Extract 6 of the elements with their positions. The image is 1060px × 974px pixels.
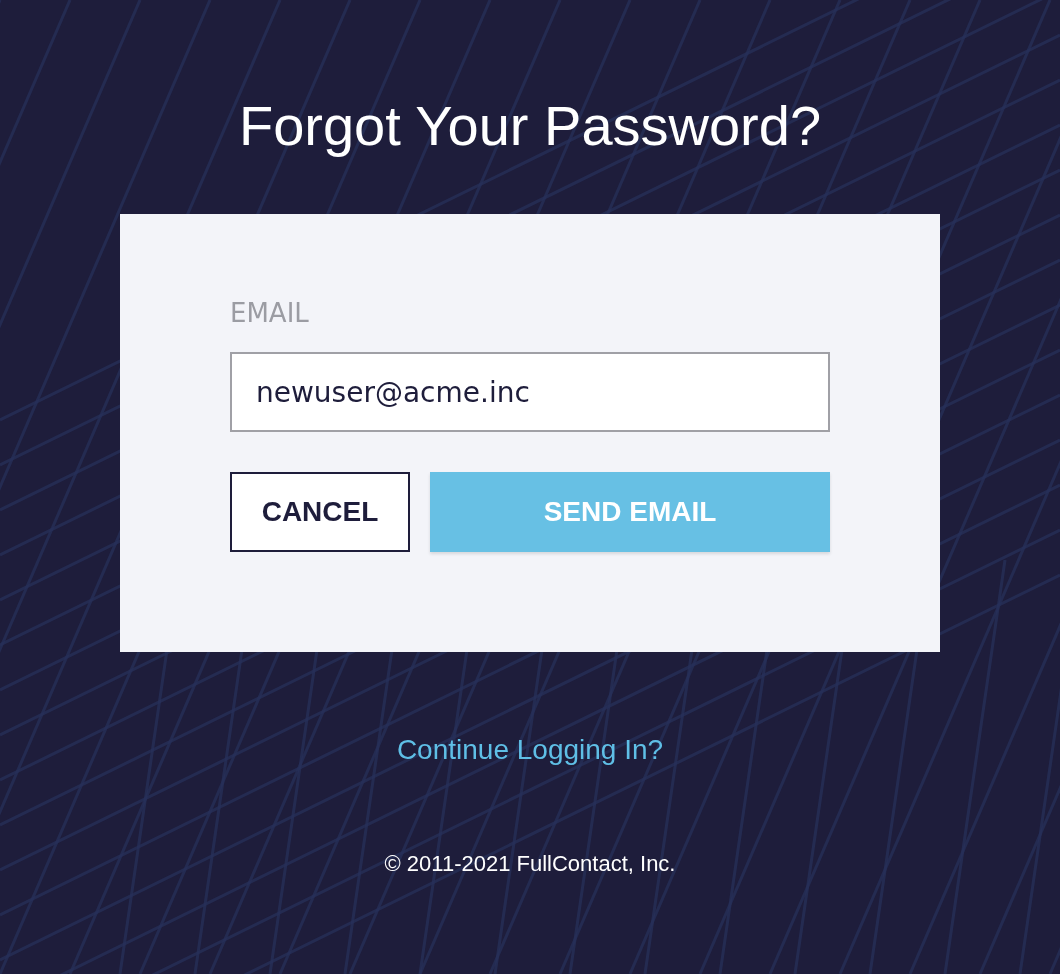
field-label: EMAIL	[230, 297, 309, 330]
page-title: Forgot Your Password?	[238, 93, 822, 159]
copyright-text: © 2011-2021 FullContact, Inc.	[384, 850, 676, 878]
email-field[interactable]: newuser@acme.inc	[230, 352, 830, 432]
continue-login-link[interactable]: Continue Logging In?	[396, 730, 664, 770]
cancel-button[interactable]: CANCEL	[230, 472, 410, 552]
